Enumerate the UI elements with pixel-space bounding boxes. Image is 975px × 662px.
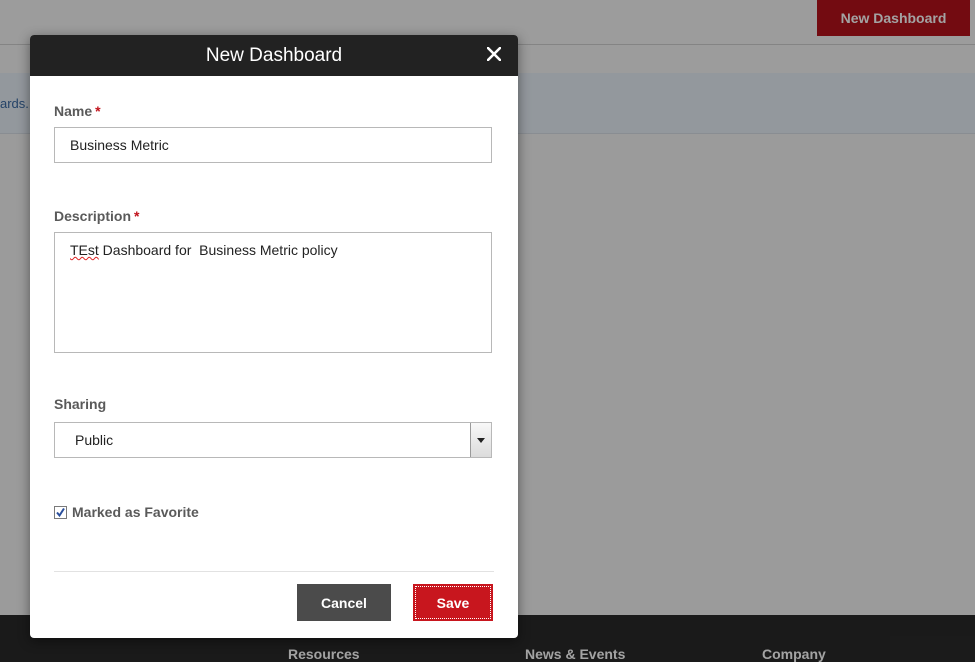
- name-input[interactable]: Business Metric: [54, 127, 492, 163]
- sharing-selected-value: Public: [75, 432, 114, 448]
- name-required-marker: *: [95, 103, 101, 119]
- description-label-text: Description: [54, 208, 132, 224]
- description-label: Description *: [54, 208, 139, 224]
- checkmark-icon: [56, 507, 65, 517]
- name-label: Name *: [54, 103, 101, 119]
- description-text: Dashboard for Business Metric policy: [98, 242, 338, 258]
- sharing-label-text: Sharing: [54, 396, 107, 412]
- cancel-button[interactable]: Cancel: [297, 584, 391, 621]
- footer-divider: [54, 571, 494, 572]
- name-label-text: Name: [54, 103, 93, 119]
- favorite-label: Marked as Favorite: [72, 504, 199, 520]
- dialog-title: New Dashboard: [205, 45, 343, 66]
- description-misspelled-word: TEst: [70, 242, 99, 258]
- description-required-marker: *: [134, 208, 140, 224]
- save-button[interactable]: Save: [413, 584, 493, 621]
- chevron-down-icon[interactable]: [470, 423, 491, 457]
- favorite-checkbox-row[interactable]: Marked as Favorite: [54, 503, 199, 521]
- dialog-header: New Dashboard: [30, 35, 518, 76]
- description-textarea[interactable]: TEst Dashboard for Business Metric polic…: [54, 232, 492, 353]
- favorite-checkbox[interactable]: [54, 505, 67, 519]
- new-dashboard-dialog: New Dashboard Name * Business Metric Desc…: [30, 35, 518, 638]
- sharing-select[interactable]: Public: [54, 422, 492, 458]
- close-icon[interactable]: [482, 42, 506, 66]
- sharing-label: Sharing: [54, 396, 106, 412]
